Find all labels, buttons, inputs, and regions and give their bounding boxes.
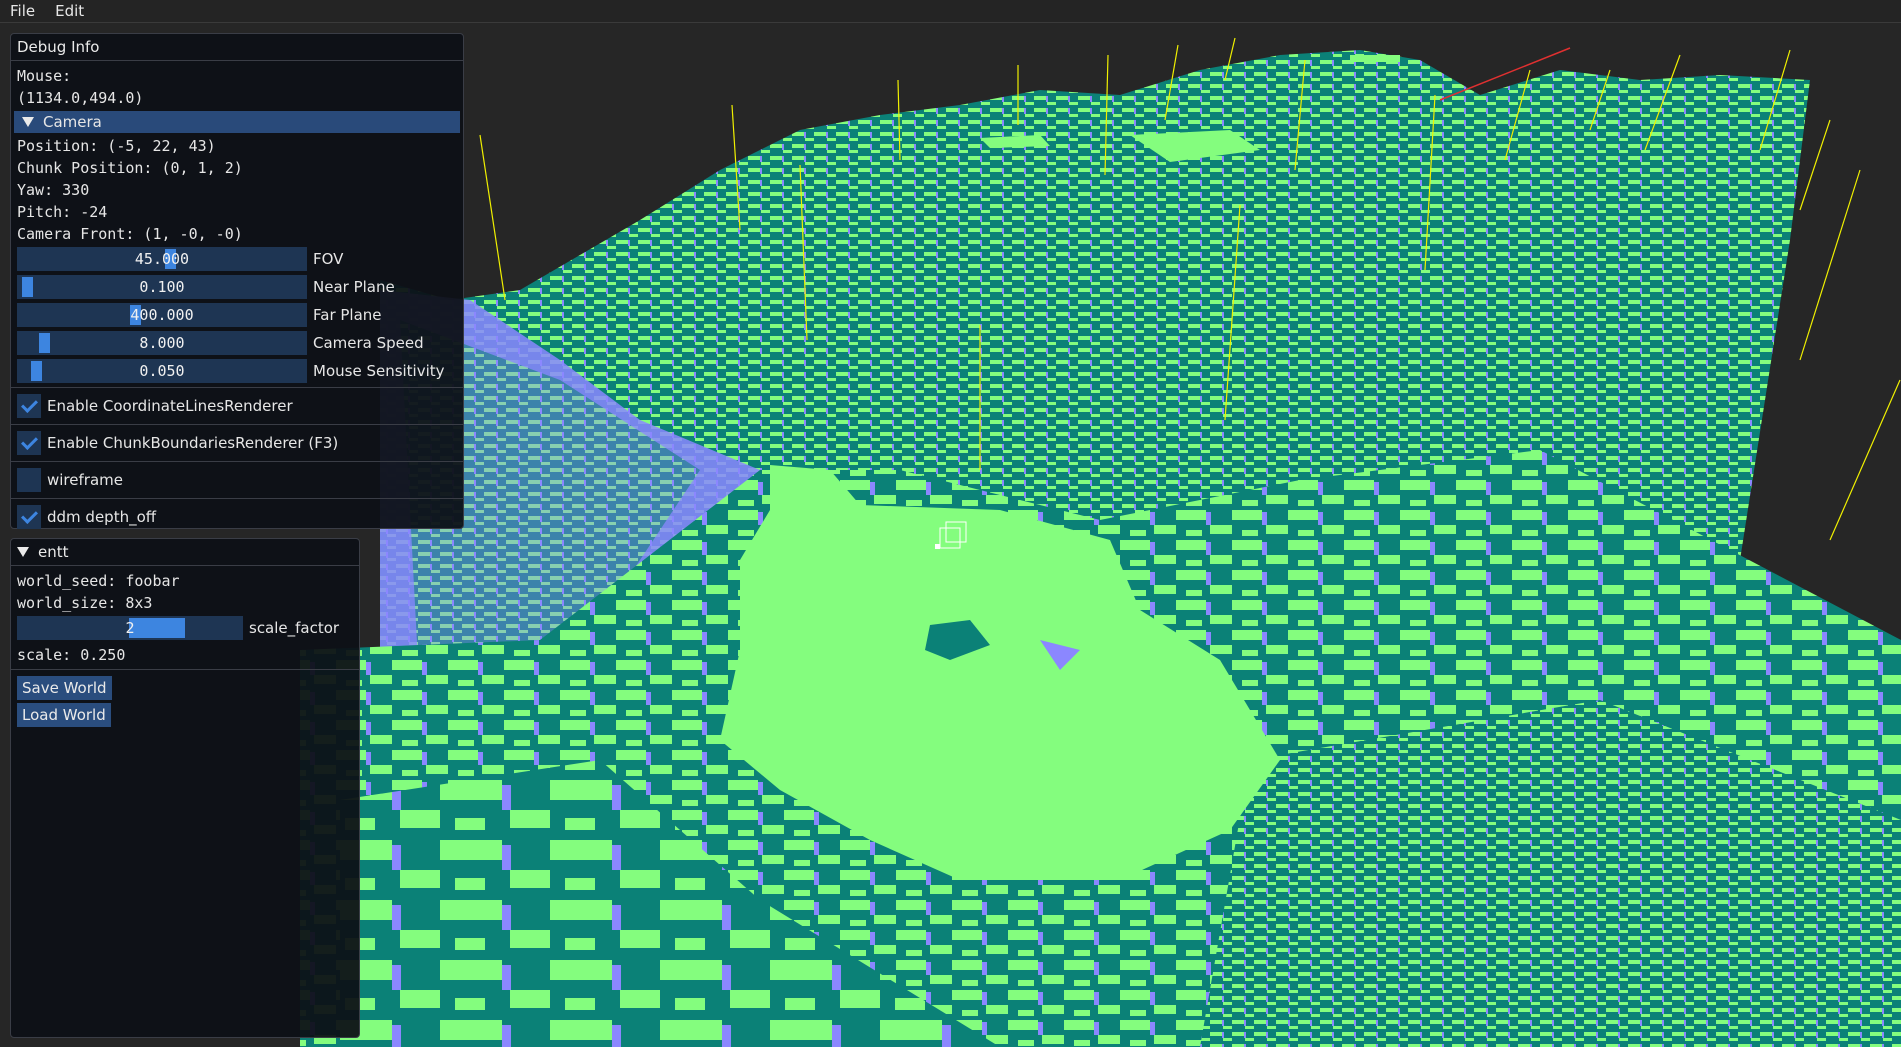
chunk-boundaries-checkbox-row[interactable]: Enable ChunkBoundariesRenderer (F3) (11, 428, 463, 458)
debug-info-panel[interactable]: Debug Info Mouse: (1134.0,494.0) Camera … (10, 33, 464, 529)
far-plane-slider[interactable]: 400.000 (17, 303, 307, 327)
menu-file[interactable]: File (0, 0, 45, 22)
divider (11, 498, 463, 499)
slider-grab[interactable] (39, 333, 50, 353)
divider (11, 461, 463, 462)
scale-factor-slider-row: 2 scale_factor (11, 616, 359, 640)
collapse-arrow-icon (17, 547, 29, 557)
near-plane-value: 0.100 (139, 278, 185, 296)
near-plane-slider[interactable]: 0.100 (17, 275, 307, 299)
near-plane-slider-row: 0.100 Near Plane (11, 275, 463, 299)
mouse-sensitivity-slider-row: 0.050 Mouse Sensitivity (11, 359, 463, 383)
camera-header[interactable]: Camera (14, 111, 460, 133)
coordinate-lines-label: Enable CoordinateLinesRenderer (47, 397, 293, 415)
far-plane-slider-row: 400.000 Far Plane (11, 303, 463, 327)
far-plane-value: 400.000 (130, 306, 194, 324)
entt-title: entt (38, 543, 69, 561)
checkmark-icon (20, 432, 38, 450)
camera-front: Camera Front: (1, -0, -0) (17, 225, 243, 243)
ddm-depth-off-checkbox[interactable] (17, 505, 41, 529)
checkmark-icon (20, 395, 38, 413)
far-plane-label: Far Plane (313, 306, 382, 324)
camera-yaw: Yaw: 330 (17, 181, 90, 199)
fov-slider-row: 45.000 FOV (11, 247, 463, 271)
mouse-sensitivity-label: Mouse Sensitivity (313, 362, 445, 380)
entt-title-bar[interactable]: entt (11, 539, 359, 566)
mouse-label: Mouse: (17, 67, 72, 85)
menu-edit[interactable]: Edit (45, 0, 94, 22)
divider (11, 669, 359, 670)
mouse-sensitivity-slider[interactable]: 0.050 (17, 359, 307, 383)
slider-grab[interactable] (22, 277, 33, 297)
world-size: world_size: 8x3 (17, 594, 153, 612)
divider (11, 387, 463, 388)
world-seed: world_seed: foobar (17, 572, 180, 590)
camera-speed-label: Camera Speed (313, 334, 424, 352)
wireframe-label: wireframe (47, 471, 123, 489)
checkmark-icon (20, 506, 38, 524)
camera-speed-value: 8.000 (139, 334, 185, 352)
save-world-button[interactable]: Save World (17, 676, 112, 700)
scale-value: scale: 0.250 (17, 646, 126, 664)
near-plane-label: Near Plane (313, 278, 395, 296)
wireframe-checkbox[interactable] (17, 468, 41, 492)
load-world-button[interactable]: Load World (17, 703, 111, 727)
debug-info-title[interactable]: Debug Info (11, 34, 463, 61)
chunk-position: Chunk Position: (0, 1, 2) (17, 159, 243, 177)
mouse-value: (1134.0,494.0) (17, 89, 144, 107)
menu-bar: File Edit (0, 0, 1901, 23)
coordinate-lines-checkbox[interactable] (17, 394, 41, 418)
chunk-boundaries-label: Enable ChunkBoundariesRenderer (F3) (47, 434, 339, 452)
chunk-boundaries-checkbox[interactable] (17, 431, 41, 455)
collapse-arrow-icon (22, 117, 34, 127)
camera-position: Position: (-5, 22, 43) (17, 137, 216, 155)
fov-label: FOV (313, 250, 344, 268)
camera-speed-slider[interactable]: 8.000 (17, 331, 307, 355)
mouse-sensitivity-value: 0.050 (139, 362, 185, 380)
camera-header-label: Camera (43, 113, 102, 131)
camera-speed-slider-row: 8.000 Camera Speed (11, 331, 463, 355)
divider (11, 424, 463, 425)
wireframe-checkbox-row[interactable]: wireframe (11, 465, 463, 495)
ddm-depth-off-label: ddm depth_off (47, 508, 157, 526)
fov-value: 45.000 (134, 250, 190, 268)
fov-slider[interactable]: 45.000 (17, 247, 307, 271)
scale-factor-slider[interactable]: 2 (17, 616, 243, 640)
slider-grab[interactable] (31, 361, 42, 381)
slider-grab[interactable] (129, 618, 185, 638)
scale-factor-label: scale_factor (249, 619, 340, 637)
entt-panel[interactable]: entt world_seed: foobar world_size: 8x3 … (10, 538, 360, 1038)
ddm-depth-off-checkbox-row[interactable]: ddm depth_off (11, 502, 463, 532)
scale-factor-value: 2 (125, 619, 135, 637)
coordinate-lines-checkbox-row[interactable]: Enable CoordinateLinesRenderer (11, 391, 463, 421)
camera-pitch: Pitch: -24 (17, 203, 108, 221)
